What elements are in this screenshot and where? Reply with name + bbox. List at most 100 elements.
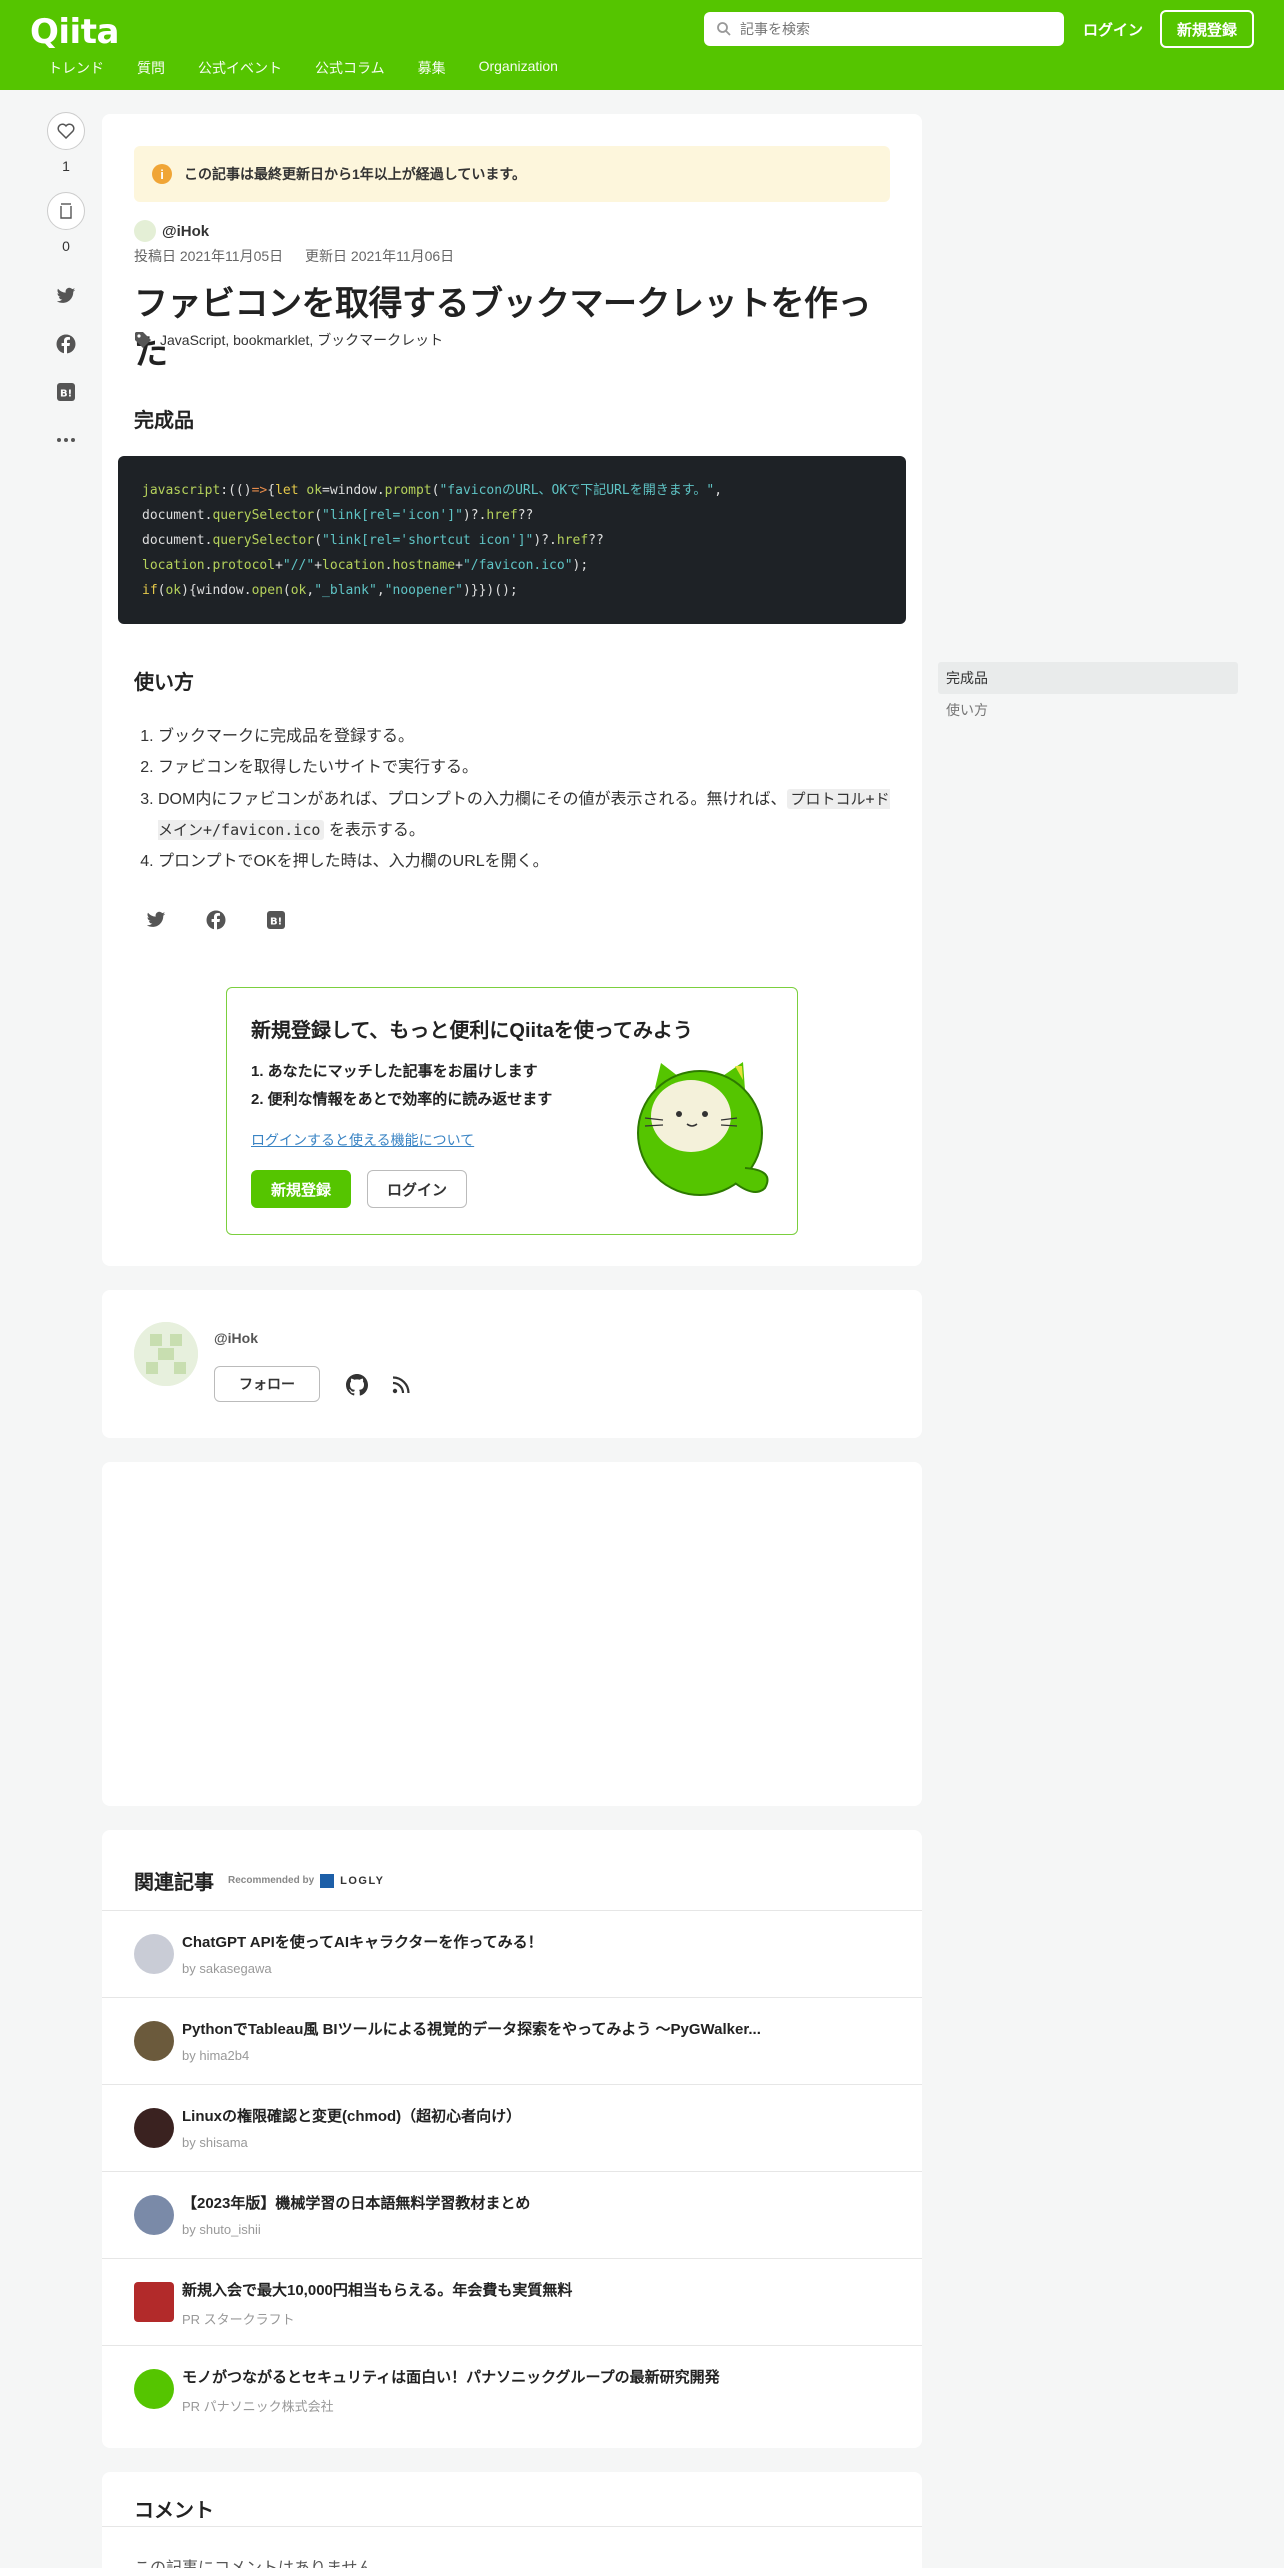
ad-slot — [102, 1462, 922, 1806]
recommended-by-label: Recommended by — [228, 1875, 315, 1886]
promo-login-button[interactable]: ログイン — [367, 1170, 467, 1208]
search-input[interactable] — [740, 21, 1040, 37]
signup-button[interactable]: 新規登録 — [1160, 10, 1254, 48]
list-item[interactable]: ChatGPT APIを使ってAIキャラクターを作ってみる！ by sakase… — [102, 1910, 922, 1997]
like-button[interactable] — [47, 112, 85, 150]
nav-official-columns[interactable]: 公式コラム — [315, 58, 385, 78]
related-article-author: by hima2b4 — [182, 2048, 250, 2063]
author-name: @iHok — [162, 222, 210, 240]
more-actions[interactable] — [40, 416, 92, 464]
more-horizontal-icon — [57, 438, 75, 442]
info-icon: i — [152, 164, 172, 184]
list-item[interactable]: 【2023年版】機械学習の日本語無料学習教材まとめ by shuto_ishii — [102, 2171, 922, 2258]
related-article-author: by shisama — [182, 2135, 248, 2150]
related-avatar — [134, 2108, 174, 2148]
bottom-share-buttons: B! — [138, 902, 294, 938]
author-link[interactable]: @iHok — [134, 220, 209, 242]
related-avatar — [134, 1934, 174, 1974]
author-avatar-large[interactable] — [134, 1322, 198, 1386]
related-title: 関連記事 — [134, 1872, 214, 1894]
profile-name[interactable]: @iHok — [214, 1330, 258, 1346]
outdated-notice: i この記事は最終更新日から1年以上が経過しています。 — [134, 146, 890, 202]
related-avatar — [134, 2195, 174, 2235]
share-facebook[interactable] — [40, 320, 92, 368]
promo-point: 2. 便利な情報をあとで効率的に読み返せます — [251, 1091, 553, 1108]
list-item[interactable]: Linuxの権限確認と変更(chmod)（超初心者向け） by shisama — [102, 2084, 922, 2171]
follow-button[interactable]: フォロー — [214, 1366, 320, 1402]
nav-organization[interactable]: Organization — [479, 58, 558, 78]
related-avatar — [134, 2021, 174, 2061]
logly-icon — [320, 1873, 335, 1888]
promo-points: 1. あなたにマッチした記事をお届けします 2. 便利な情報をあとで効率的に読み… — [251, 1058, 552, 1114]
hatena-bookmark-icon: B! — [57, 383, 75, 401]
qiita-logo[interactable]: Qiita — [30, 12, 119, 52]
action-bar: 1 0 B! — [40, 112, 92, 464]
related-thumbnail — [134, 2282, 174, 2322]
related-thumbnail — [134, 2369, 174, 2409]
article-dates: 投稿日 2021年11月05日 更新日 2021年11月06日 — [134, 246, 472, 266]
hatena-bookmark-icon: B! — [267, 911, 285, 929]
related-article-author: by shuto_ishii — [182, 2222, 261, 2237]
search-icon — [717, 22, 731, 36]
posted-date: 投稿日 2021年11月05日 — [134, 248, 284, 264]
nav-trend[interactable]: トレンド — [48, 58, 104, 78]
nav-questions[interactable]: 質問 — [137, 58, 165, 78]
list-item[interactable]: 新規入会で最大10,000円相当もらえる。年会費も実質無料 PR スタークラフト — [102, 2258, 922, 2345]
github-icon[interactable] — [346, 1374, 368, 1396]
qiitan-mascot-image — [637, 1062, 769, 1196]
section-heading-complete: 完成品 — [134, 410, 194, 432]
related-article-title: ChatGPT APIを使ってAIキャラクターを作ってみる！ — [182, 1934, 543, 1951]
stock-button[interactable] — [47, 192, 85, 230]
related-article-title: PythonでTableau風 BIツールによる視覚的データ探索をやってみよう … — [182, 2021, 761, 2038]
step-item: DOM内にファビコンがあれば、プロンプトの入力欄にその値が表示される。無ければ、… — [158, 784, 894, 846]
bottom-share-facebook[interactable] — [198, 902, 234, 938]
rss-icon[interactable] — [392, 1376, 410, 1394]
signup-promo: 新規登録して、もっと便利にQiitaを使ってみよう 1. あなたにマッチした記事… — [226, 987, 798, 1235]
code-block: javascript:(()=>{let ok=window.prompt("f… — [118, 456, 906, 624]
tag-icon — [135, 332, 151, 348]
nav-official-events[interactable]: 公式イベント — [198, 58, 282, 78]
related-article-author: by sakasegawa — [182, 1961, 272, 1976]
share-twitter[interactable] — [40, 272, 92, 320]
twitter-icon — [146, 911, 166, 927]
usage-steps: ブックマークに完成品を登録する。 ファビコンを取得したいサイトで実行する。 DO… — [134, 722, 894, 878]
nav-recruitment[interactable]: 募集 — [418, 58, 446, 78]
article-title: ファビコンを取得するブックマークレットを作った — [134, 285, 872, 372]
promo-signup-button[interactable]: 新規登録 — [251, 1170, 351, 1208]
no-comments-text: この記事にコメントはありません。 — [134, 2554, 390, 2568]
toc-item-complete[interactable]: 完成品 — [938, 662, 1238, 694]
share-hatena[interactable]: B! — [40, 368, 92, 416]
step-item: ブックマークに完成品を登録する。 — [158, 722, 894, 752]
search-box[interactable] — [704, 12, 1064, 46]
login-features-link[interactable]: ログインすると使える機能について — [251, 1130, 474, 1150]
bottom-share-twitter[interactable] — [138, 902, 174, 938]
list-item[interactable]: モノがつながるとセキュリティは面白い！パナソニックグループの最新研究開発 PR … — [102, 2345, 922, 2432]
tag-bookmarklet-ja[interactable]: ブックマークレット — [317, 330, 443, 350]
related-article-author: PR スタークラフト — [182, 2312, 295, 2327]
stock-count: 0 — [62, 238, 70, 254]
tag-bookmarklet[interactable]: bookmarklet — [233, 332, 309, 348]
notice-text: この記事は最終更新日から1年以上が経過しています。 — [184, 166, 526, 182]
svg-text:B!: B! — [270, 917, 282, 928]
like-count: 1 — [62, 158, 70, 174]
login-button[interactable]: ログイン — [1080, 12, 1146, 46]
comments-title: コメント — [134, 2500, 214, 2522]
section-heading-usage: 使い方 — [134, 672, 194, 694]
related-article-author: PR パナソニック株式会社 — [182, 2399, 334, 2414]
main-nav: トレンド 質問 公式イベント 公式コラム 募集 Organization — [48, 58, 591, 78]
related-articles: 関連記事 Recommended by LOGLY ChatGPT APIを使っ… — [102, 1830, 922, 2448]
stock-icon — [60, 203, 72, 219]
tag-list: JavaScript, bookmarklet, ブックマークレット — [134, 330, 443, 350]
global-header: Qiita ログイン 新規登録 トレンド 質問 公式イベント 公式コラム 募集 … — [0, 0, 1284, 90]
article-card: i この記事は最終更新日から1年以上が経過しています。 @iHok 投稿日 20… — [102, 114, 922, 1266]
list-item[interactable]: PythonでTableau風 BIツールによる視覚的データ探索をやってみよう … — [102, 1997, 922, 2084]
author-avatar — [134, 220, 156, 242]
identicon-image — [134, 1322, 198, 1386]
facebook-icon — [56, 334, 76, 354]
toc-item-usage[interactable]: 使い方 — [938, 694, 1238, 726]
table-of-contents: 完成品 使い方 — [938, 662, 1238, 726]
comments-section: コメント この記事にコメントはありません。 — [102, 2472, 922, 2568]
tag-javascript[interactable]: JavaScript — [160, 332, 225, 348]
bottom-share-hatena[interactable]: B! — [258, 902, 294, 938]
logly-logo: LOGLY — [320, 1873, 384, 1888]
